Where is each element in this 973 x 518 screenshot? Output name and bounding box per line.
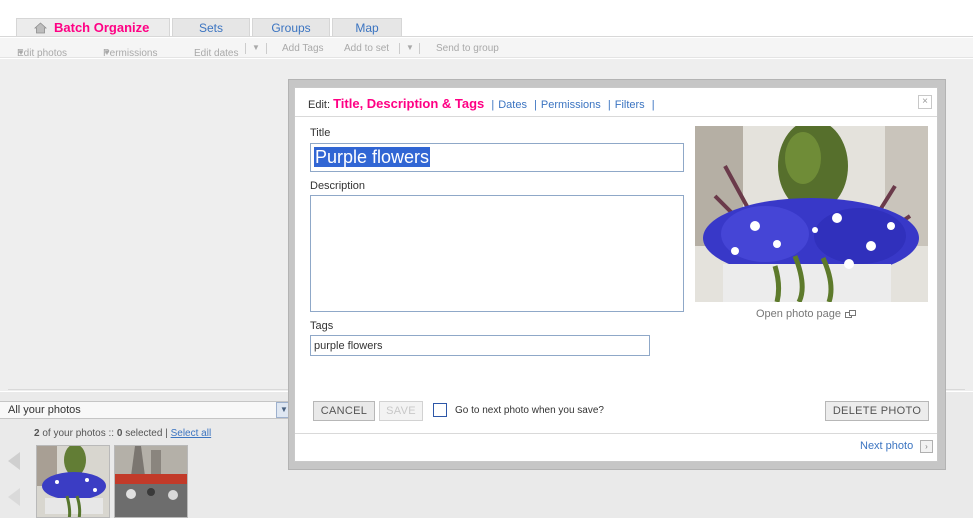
scroll-first-icon[interactable] bbox=[8, 488, 20, 506]
toolbar-divider bbox=[399, 43, 400, 54]
tab-batch-organize[interactable]: Batch Organize bbox=[16, 18, 170, 37]
photo-preview[interactable] bbox=[695, 126, 928, 302]
title-label: Title bbox=[310, 127, 331, 139]
tab-label: Map bbox=[355, 21, 379, 35]
toolbar-divider bbox=[419, 43, 420, 54]
cancel-button[interactable]: CANCEL bbox=[313, 401, 375, 421]
tab-map[interactable]: Map bbox=[332, 18, 402, 37]
photo-thumbnail[interactable] bbox=[114, 445, 188, 518]
title-value: Purple flowers bbox=[314, 147, 431, 167]
send-to-group-button[interactable]: Send to group bbox=[436, 43, 499, 54]
chevron-down-icon: ▼ bbox=[17, 48, 25, 57]
go-to-next-label: Go to next photo when you save? bbox=[455, 405, 604, 416]
close-icon[interactable]: × bbox=[918, 95, 932, 109]
tab-permissions[interactable]: Permissions bbox=[541, 99, 601, 111]
tags-label: Tags bbox=[310, 320, 334, 332]
scroll-left-icon[interactable] bbox=[8, 452, 20, 470]
toolbar-divider bbox=[266, 43, 267, 54]
nav-divider: | bbox=[491, 99, 495, 111]
selection-count: 2 of your photos :: 0 selected | Select … bbox=[34, 428, 211, 439]
description-label: Description bbox=[310, 180, 366, 192]
chevron-down-icon: ▼ bbox=[103, 48, 111, 57]
batch-toolbar: Edit photos ▼ Permissions ▼ Edit dates ▼… bbox=[0, 38, 973, 59]
edit-photo-dialog: Edit: Title, Description & Tags | Dates |… bbox=[294, 87, 938, 462]
dialog-footer bbox=[295, 433, 937, 461]
top-tab-bar: Batch Organize Sets Groups Map bbox=[0, 0, 973, 37]
open-photo-page-link[interactable]: Open photo page bbox=[756, 308, 857, 320]
tab-filters[interactable]: Filters bbox=[615, 99, 645, 111]
edit-prefix: Edit: bbox=[308, 99, 331, 111]
select-all-link[interactable]: Select all bbox=[171, 428, 212, 439]
tab-title-description-tags[interactable]: Title, Description & Tags bbox=[333, 96, 484, 111]
tab-label: Sets bbox=[198, 21, 223, 35]
photo-total: 2 bbox=[34, 428, 40, 439]
nav-divider: | bbox=[607, 99, 611, 111]
count-suffix: selected | bbox=[125, 428, 168, 439]
dialog-header: Edit: Title, Description & Tags | Dates |… bbox=[295, 88, 937, 117]
edit-dates-label: Edit dates bbox=[194, 48, 239, 59]
delete-photo-button[interactable]: DELETE PHOTO bbox=[825, 401, 929, 421]
nav-divider: | bbox=[651, 99, 655, 111]
open-photo-page-label: Open photo page bbox=[756, 308, 842, 320]
selected-total: 0 bbox=[116, 428, 123, 439]
tab-dates[interactable]: Dates bbox=[498, 99, 527, 111]
tab-bar-rule bbox=[0, 36, 973, 37]
photo-filter-select[interactable]: All your photos bbox=[0, 401, 293, 419]
tab-label: Groups bbox=[271, 21, 311, 35]
market-thumbnail-image bbox=[115, 446, 187, 517]
photo-filter-value: All your photos bbox=[8, 404, 81, 416]
title-input[interactable]: Purple flowers bbox=[310, 143, 684, 172]
tab-sets[interactable]: Sets bbox=[172, 18, 250, 37]
chevron-right-icon[interactable]: › bbox=[920, 440, 933, 453]
add-tags-button[interactable]: Add Tags bbox=[282, 43, 324, 54]
flower-thumbnail-image bbox=[37, 446, 109, 517]
go-to-next-checkbox[interactable] bbox=[433, 403, 447, 417]
add-to-set-button[interactable]: Add to set bbox=[344, 43, 389, 54]
chevron-down-icon[interactable]: ▼ bbox=[406, 43, 414, 52]
edit-section-nav: Edit: Title, Description & Tags | Dates |… bbox=[308, 96, 659, 111]
nav-divider: | bbox=[534, 99, 537, 111]
chevron-down-icon[interactable]: ▼ bbox=[252, 43, 260, 52]
tab-label: Batch Organize bbox=[54, 20, 150, 35]
save-button[interactable]: SAVE bbox=[379, 401, 423, 421]
tab-groups[interactable]: Groups bbox=[252, 18, 330, 37]
toolbar-divider bbox=[245, 43, 246, 54]
home-icon bbox=[34, 22, 47, 34]
permissions-label: Permissions bbox=[103, 48, 158, 59]
purple-flowers-image bbox=[695, 126, 928, 302]
next-photo-link[interactable]: Next photo bbox=[860, 440, 913, 452]
photo-thumbnail[interactable] bbox=[36, 445, 110, 518]
count-text: of your photos :: bbox=[42, 428, 115, 439]
external-window-icon bbox=[845, 310, 857, 319]
tags-input[interactable]: purple flowers bbox=[310, 335, 650, 356]
description-textarea[interactable] bbox=[310, 195, 684, 312]
